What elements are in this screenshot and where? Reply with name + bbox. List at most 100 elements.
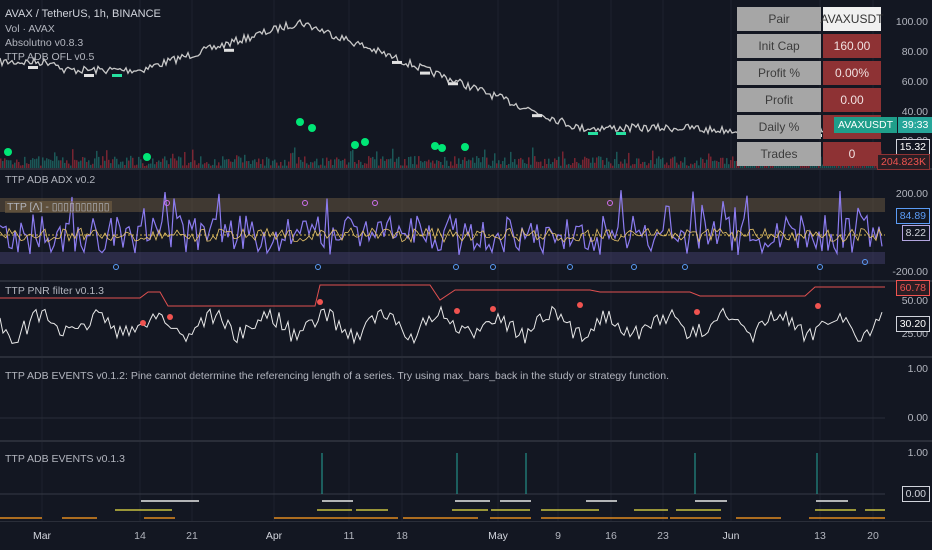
events-v013-legend[interactable]: TTP ADB EVENTS v0.1.3 [5,453,125,465]
price-axis[interactable]: 100.00 80.00 60.00 40.00 20.00 15.32 204… [877,0,932,522]
indicator-legend-absolutno[interactable]: Absolutno v0.8.3 [5,37,83,49]
volume-bar [504,157,506,168]
volume-bar [464,157,466,168]
symbol-title[interactable]: AVAX / TetherUS, 1h, BINANCE [5,8,161,20]
signal-marker [112,74,122,77]
volume-bar [702,159,704,168]
indicator-legend-ofl[interactable]: TTP ADB OFL v0.5 [5,51,94,63]
events-value-badge: 0.00 [901,486,930,502]
volume-bar [476,156,478,168]
volume-bar [424,161,426,168]
volume-bar [96,150,98,168]
volume-bar [44,160,46,168]
volume-bar [382,156,384,168]
volume-bar [710,156,712,168]
adx-marker [682,264,688,270]
volume-bar [74,159,76,168]
volume-bar [56,156,58,168]
volume-bar [420,160,422,168]
volume-bar [624,159,626,168]
events-v012-error[interactable]: TTP ADB EVENTS v0.1.2: Pine cannot deter… [5,370,669,382]
symbol-badge: AVAXUSDT [834,117,898,133]
signal-dot [431,142,439,150]
pane-divider[interactable] [0,280,932,282]
adx-marker [631,264,637,270]
pnr-marker [490,306,496,312]
volume-bar [466,161,468,168]
stat-value: 160.00 [823,34,881,58]
pane-divider[interactable] [0,356,932,358]
volume-bar [494,153,496,168]
time-label: 23 [657,530,669,542]
signal-dot [361,138,369,146]
volume-bar [444,156,446,168]
volume-bar [24,156,26,168]
volume-bar [162,158,164,168]
volume-bar [4,158,6,168]
volume-bar [244,154,246,168]
volume-bar [130,155,132,168]
volume-bar [88,160,90,168]
pnr-marker [694,309,700,315]
adx-legend[interactable]: TTP ADB ADX v0.2 [5,174,95,186]
volume-bar [104,160,106,168]
volume-bar [638,158,640,168]
signal-dot [143,153,151,161]
volume-bar [116,158,118,168]
pnr-legend[interactable]: TTP PNR filter v0.1.3 [5,285,104,297]
volume-bar [586,158,588,168]
stat-key: Daily % [737,115,821,139]
volume-bar [80,160,82,168]
volume-bar [2,161,4,168]
volume-bar [340,160,342,168]
volume-badge: 204.823K [877,154,930,170]
signal-marker [616,132,626,135]
volume-bar [598,156,600,168]
volume-bar [170,158,172,168]
volume-bar [584,156,586,168]
symbol-countdown-badge: AVAXUSDT 39:33 [834,117,932,133]
volume-bar [458,158,460,168]
stat-value: 0 [823,142,881,166]
pnr-value-badge: 60.78 [895,280,930,296]
time-label: 20 [867,530,879,542]
volume-bar [414,156,416,168]
volume-bar [544,158,546,168]
volume-bar [6,159,8,168]
volume-bar [298,157,300,168]
volume-bar [368,156,370,168]
volume-bar [370,157,372,168]
time-label: 16 [605,530,617,542]
time-label: 11 [343,530,355,542]
volume-bar [30,159,32,168]
pane-divider[interactable] [0,168,932,170]
last-price-badge: 15.32 [895,139,930,155]
volume-bar [62,157,64,168]
volume-bar [600,156,602,168]
volume-bar [248,161,250,168]
volume-bar [398,156,400,168]
volume-bar [482,157,484,168]
volume-bar [84,157,86,168]
adx-lower-band [0,252,885,264]
adx-band-label: TTP [Λ] - ▯▯▯▯▯▯▯▯▯▯ [5,201,112,213]
volume-bar [396,158,398,168]
volume-bar [662,157,664,168]
volume-bar [294,147,296,168]
pnr-marker [140,320,146,326]
volume-bar [108,159,110,168]
volume-bar [322,158,324,168]
volume-bar [254,159,256,168]
volume-bar [596,157,598,168]
volume-bar [674,156,676,168]
volume-bar [432,160,434,168]
volume-bar [502,161,504,168]
volume-bar [178,156,180,168]
pane-divider[interactable] [0,440,932,442]
volume-bar [152,158,154,168]
volume-bar [266,157,268,168]
volume-bar [32,158,34,168]
adx-marker [490,264,496,270]
volume-legend[interactable]: Vol · AVAX [5,23,55,35]
volume-bar [262,159,264,168]
